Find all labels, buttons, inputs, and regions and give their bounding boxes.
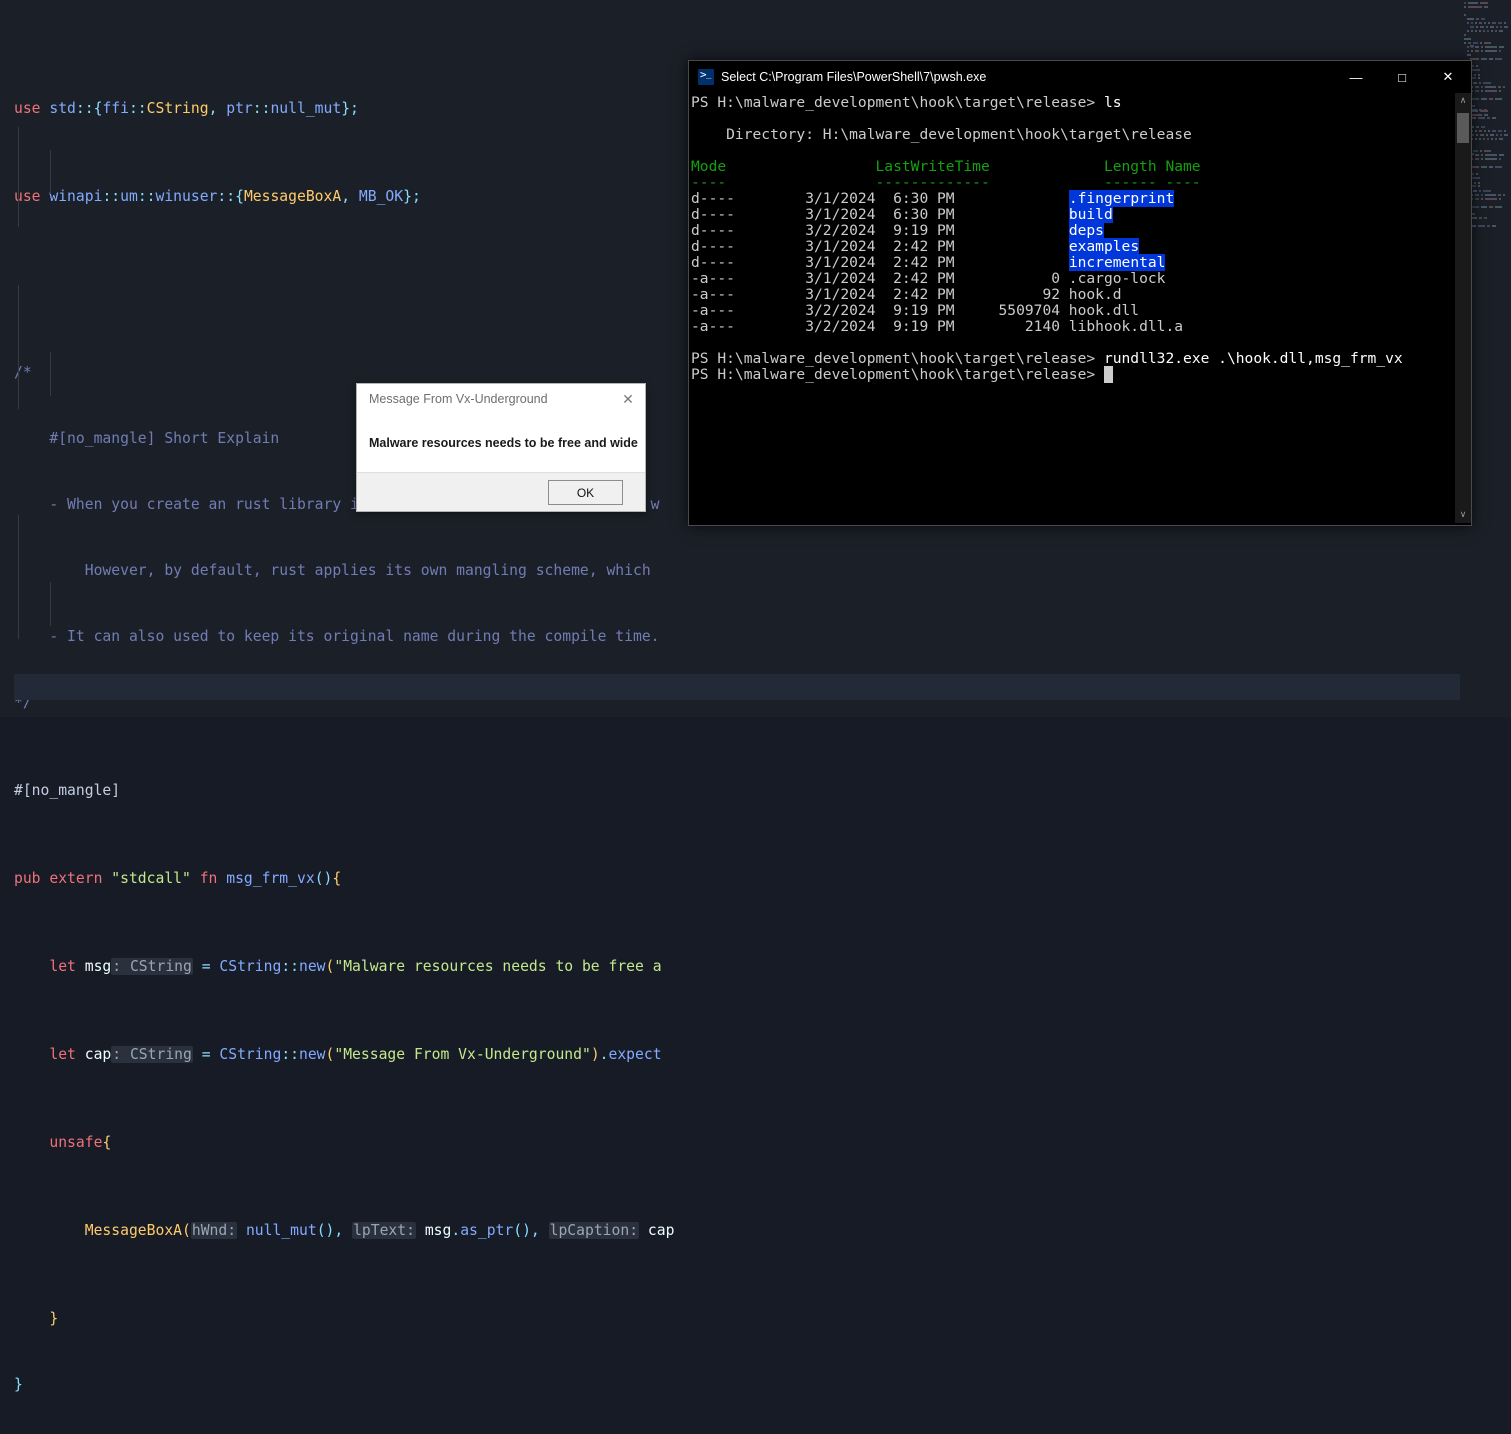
ok-button[interactable]: OK bbox=[548, 480, 623, 505]
code-line: pub extern "stdcall" fn msg_frm_vx(){ bbox=[14, 870, 342, 887]
code-line: } bbox=[14, 1376, 23, 1393]
powershell-icon bbox=[698, 68, 714, 85]
terminal-text: PS H:\malware_development\hook\target\re… bbox=[691, 94, 1403, 383]
indent-guide bbox=[50, 582, 51, 626]
selected-line-highlight bbox=[14, 674, 1460, 700]
code-line: unsafe{ bbox=[49, 1134, 112, 1151]
terminal-output-area[interactable]: PS H:\malware_development\hook\target\re… bbox=[689, 93, 1471, 523]
code-line: let cap: CString = CString::new("Message… bbox=[49, 1046, 662, 1063]
indent-guide bbox=[18, 515, 19, 639]
code-line: MessageBoxA(hWnd: null_mut(), lpText: ms… bbox=[84, 1222, 675, 1239]
terminal-title-bar[interactable]: Select C:\Program Files\PowerShell\7\pws… bbox=[689, 61, 1471, 93]
scroll-up-arrow[interactable]: ∧ bbox=[1455, 93, 1471, 109]
message-dialog[interactable]: Message From Vx-Underground ✕ Malware re… bbox=[356, 383, 646, 512]
maximize-button[interactable]: □ bbox=[1379, 61, 1425, 93]
dialog-title-text: Message From Vx-Underground bbox=[369, 392, 548, 406]
code-line: - It can also used to keep its original … bbox=[14, 628, 660, 645]
dialog-body-text: Malware resources needs to be free and w… bbox=[369, 436, 638, 450]
close-button[interactable]: ✕ bbox=[1425, 61, 1471, 93]
minimize-button[interactable]: — bbox=[1333, 61, 1379, 93]
indent-guide bbox=[18, 127, 19, 227]
powershell-window[interactable]: Select C:\Program Files\PowerShell\7\pws… bbox=[688, 60, 1472, 526]
scrollbar-thumb[interactable] bbox=[1457, 113, 1469, 143]
code-line: #[no_mangle] bbox=[14, 782, 121, 799]
dialog-button-bar: OK bbox=[357, 472, 645, 511]
indent-guide bbox=[50, 150, 51, 194]
code-line: } bbox=[49, 1310, 59, 1327]
terminal-title-text: Select C:\Program Files\PowerShell\7\pws… bbox=[721, 70, 987, 84]
code-line: let msg: CString = CString::new("Malware… bbox=[49, 958, 662, 975]
scroll-down-arrow[interactable]: ∨ bbox=[1455, 507, 1471, 523]
close-icon[interactable]: ✕ bbox=[611, 384, 645, 414]
terminal-scrollbar[interactable]: ∧ ∨ bbox=[1455, 93, 1471, 523]
indent-guide bbox=[18, 285, 19, 409]
indent-guide bbox=[50, 352, 51, 396]
dialog-title-bar[interactable]: Message From Vx-Underground ✕ bbox=[357, 384, 645, 414]
code-line: However, by default, rust applies its ow… bbox=[14, 562, 660, 579]
